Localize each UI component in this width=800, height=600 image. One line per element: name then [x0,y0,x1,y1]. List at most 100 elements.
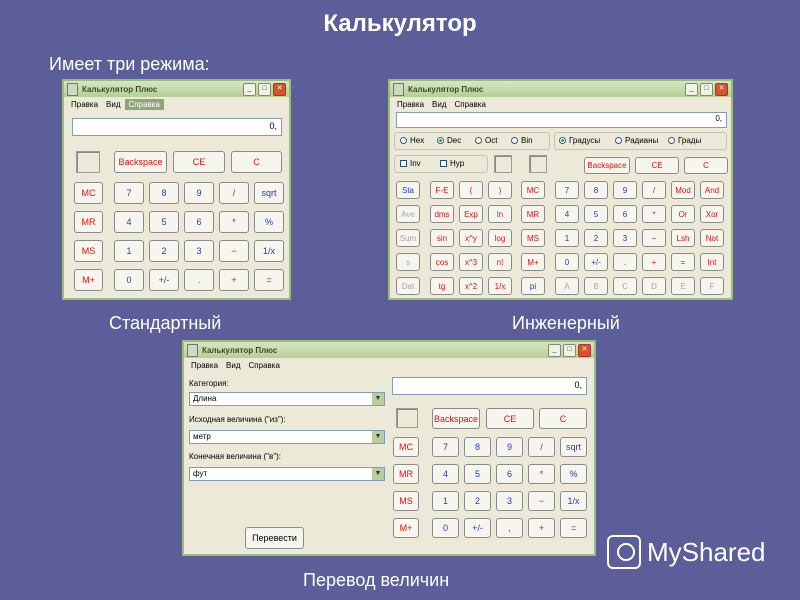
close-button[interactable]: ✕ [715,82,728,96]
mr-button[interactable]: MR [521,205,545,223]
sin-button[interactable]: sin [430,229,454,247]
digit-1-button[interactable]: 1 [432,491,459,511]
dms-button[interactable]: dms [430,205,454,223]
target-unit-select[interactable]: фут ▼ [189,467,385,481]
stat-ave-button[interactable]: Ave [396,205,420,223]
m-plus-button[interactable]: M+ [393,518,419,538]
divide-button[interactable]: / [528,437,555,457]
subtract-button[interactable]: − [219,240,249,262]
menu-view[interactable]: Вид [222,360,244,371]
title-bar[interactable]: Калькулятор Плюс _ □ ✕ [64,81,289,97]
digit-9-button[interactable]: 9 [184,182,214,204]
ms-button[interactable]: MS [521,229,545,247]
maximize-button[interactable]: □ [258,82,271,96]
chevron-down-icon[interactable]: ▼ [372,431,384,443]
percent-button[interactable]: % [254,211,284,233]
hex-b-button[interactable]: B [584,277,608,295]
reciprocal-button[interactable]: 1/x [254,240,284,262]
digit-7-button[interactable]: 7 [432,437,459,457]
digit-5-button[interactable]: 5 [149,211,179,233]
ce-button[interactable]: CE [173,151,225,173]
exp-button[interactable]: Exp [459,205,483,223]
digit-1-button[interactable]: 1 [114,240,144,262]
digit-2-button[interactable]: 2 [149,240,179,262]
digit-0-button[interactable]: 0 [432,518,459,538]
digit-2-button[interactable]: 2 [464,491,491,511]
digit-5-button[interactable]: 5 [464,464,491,484]
hex-f-button[interactable]: F [700,277,724,295]
close-button[interactable]: ✕ [578,343,591,357]
digit-0-button[interactable]: 0 [555,253,579,271]
digit-4-button[interactable]: 4 [114,211,144,233]
digit-8-button[interactable]: 8 [464,437,491,457]
log-button[interactable]: log [488,229,512,247]
m-plus-button[interactable]: M+ [74,269,103,291]
decimal-button[interactable]: . [613,253,637,271]
checkbox-inv[interactable]: Inv [400,159,421,168]
radio-hex[interactable]: Hex [400,136,424,145]
stat-sum-button[interactable]: Sum [396,229,420,247]
minimize-button[interactable]: _ [243,82,256,96]
or-button[interactable]: Or [671,205,695,223]
ce-button[interactable]: CE [635,157,679,174]
minimize-button[interactable]: _ [685,82,698,96]
int-button[interactable]: Int [700,253,724,271]
radio-radians[interactable]: Радианы [615,136,658,145]
menu-view[interactable]: Вид [102,99,124,110]
stat-s-button[interactable]: s [396,253,420,271]
c-button[interactable]: C [684,157,728,174]
digit-2-button[interactable]: 2 [584,229,608,247]
hex-a-button[interactable]: A [555,277,579,295]
mc-button[interactable]: MC [393,437,419,457]
m-plus-button[interactable]: M+ [521,253,545,271]
backspace-button[interactable]: Backspace [584,157,630,174]
digit-4-button[interactable]: 4 [432,464,459,484]
radio-dec[interactable]: Dec [437,136,461,145]
cos-button[interactable]: cos [430,253,454,271]
menu-edit[interactable]: Правка [67,99,102,110]
sqrt-button[interactable]: sqrt [254,182,284,204]
mc-button[interactable]: MC [74,182,103,204]
subtract-button[interactable]: − [528,491,555,511]
ms-button[interactable]: MS [393,491,419,511]
menu-help[interactable]: Справка [245,360,284,371]
cube-button[interactable]: x^3 [459,253,483,271]
radio-bin[interactable]: Bin [511,136,533,145]
digit-7-button[interactable]: 7 [555,181,579,199]
ln-button[interactable]: ln [488,205,512,223]
maximize-button[interactable]: □ [700,82,713,96]
pi-button[interactable]: pi [521,277,545,295]
close-button[interactable]: ✕ [273,82,286,96]
digit-3-button[interactable]: 3 [613,229,637,247]
sign-button[interactable]: +/- [149,269,179,291]
menu-help[interactable]: Справка [124,98,164,110]
percent-button[interactable]: % [560,464,587,484]
square-button[interactable]: x^2 [459,277,483,295]
menu-edit[interactable]: Правка [187,360,222,371]
menu-edit[interactable]: Правка [393,99,428,110]
divide-button[interactable]: / [642,181,666,199]
divide-button[interactable]: / [219,182,249,204]
hex-e-button[interactable]: E [671,277,695,295]
and-button[interactable]: And [700,181,724,199]
stat-dat-button[interactable]: Dat [396,277,420,295]
source-unit-select[interactable]: метр ▼ [189,430,385,444]
mr-button[interactable]: MR [74,211,103,233]
stat-sta-button[interactable]: Sta [396,181,420,199]
ce-button[interactable]: CE [486,408,534,429]
backspace-button[interactable]: Backspace [114,151,167,173]
digit-6-button[interactable]: 6 [184,211,214,233]
equals-button[interactable]: = [254,269,284,291]
digit-9-button[interactable]: 9 [496,437,523,457]
digit-4-button[interactable]: 4 [555,205,579,223]
menu-help[interactable]: Справка [451,99,490,110]
xor-button[interactable]: Xor [700,205,724,223]
hex-c-button[interactable]: C [613,277,637,295]
digit-9-button[interactable]: 9 [613,181,637,199]
convert-button[interactable]: Перевести [245,527,304,549]
factorial-button[interactable]: n! [488,253,512,271]
digit-6-button[interactable]: 6 [613,205,637,223]
radio-oct[interactable]: Oct [475,136,497,145]
add-button[interactable]: + [219,269,249,291]
digit-5-button[interactable]: 5 [584,205,608,223]
